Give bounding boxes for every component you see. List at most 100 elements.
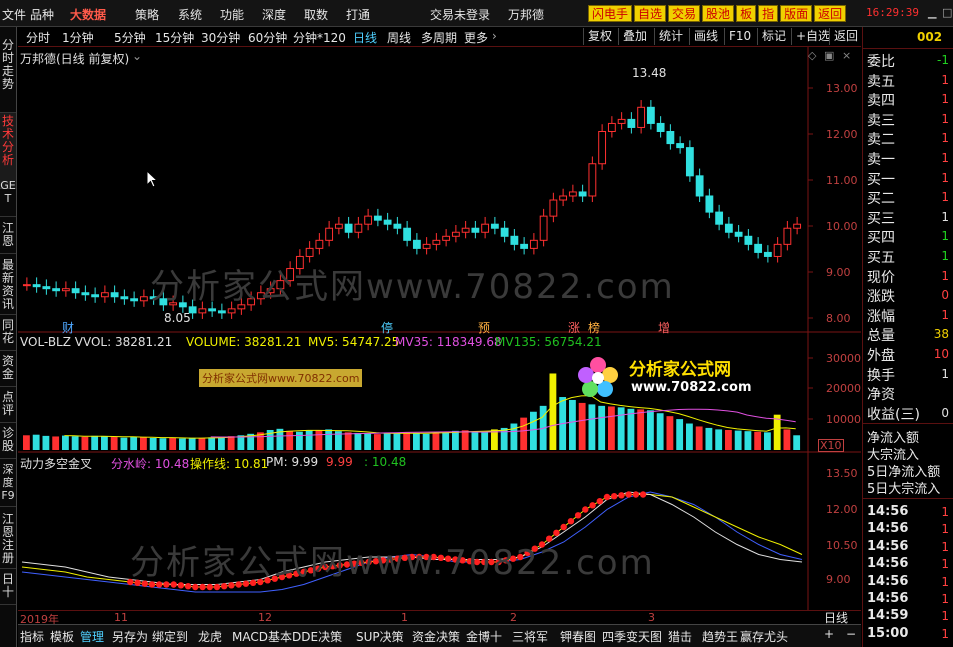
app-sector[interactable]: 板 (736, 5, 757, 22)
menu-fetch[interactable]: 取数 (304, 6, 328, 23)
quick-app-buttons: 闪电手 自选 交易 股池 板 指 版面 返回 (588, 5, 847, 22)
tab-jiangen[interactable]: 江恩 (0, 220, 16, 254)
app-index[interactable]: 指 (758, 5, 779, 22)
app-back[interactable]: 返回 (814, 5, 847, 22)
chart-area[interactable]: 万邦德(日线 前复权) ⌄ ◇ ▣ × 13.48 8.05 财 停 预 涨 榜… (18, 47, 861, 610)
period-daily[interactable]: 日线 (353, 29, 377, 46)
signal-dot (632, 491, 640, 498)
bottom-tab[interactable]: 钾春图 (560, 628, 596, 645)
restore-panel-icon[interactable]: ▣ (824, 49, 834, 62)
tab-tonghua[interactable]: 同花 (0, 317, 16, 351)
tab-diagnose[interactable]: 诊股 (0, 425, 16, 459)
tab-jiangen-register[interactable]: 江恩注册 (0, 511, 16, 569)
bottom-tab[interactable]: DDE决策 (292, 628, 342, 645)
bottom-tab[interactable]: 赢存尤头 (740, 628, 788, 645)
quote-value: -1 (937, 53, 949, 67)
candle-body (549, 199, 558, 217)
maximize-icon[interactable]: □ (942, 6, 952, 19)
period-120min[interactable]: 分钟*120 (293, 29, 346, 46)
candle-body (422, 243, 431, 249)
bottom-tab[interactable]: 三将军 (512, 628, 548, 645)
bottom-period-label[interactable]: 日线 (824, 609, 848, 626)
tool-draw-line[interactable]: 画线 (689, 28, 718, 45)
event-mark-financial[interactable]: 财 (62, 319, 74, 336)
tool-mark[interactable]: 标记 (757, 28, 786, 45)
tool-restore-rights[interactable]: 复权 (583, 28, 612, 45)
event-mark-forecast[interactable]: 预 (478, 319, 490, 336)
bottom-tab[interactable]: 龙虎 (198, 628, 222, 645)
quote-value: 1 (941, 209, 949, 224)
period-30min[interactable]: 30分钟 (201, 29, 240, 46)
bottom-tab[interactable]: MACD基本 (232, 628, 292, 645)
tab-intraday[interactable]: 分时走势 (0, 37, 16, 113)
volume-bar (481, 432, 489, 450)
bottom-tab[interactable]: 猎击 (668, 628, 692, 645)
event-mark-ranking[interactable]: 榜 (588, 319, 600, 336)
candle-body (461, 227, 470, 233)
tab-comment[interactable]: 点评 (0, 389, 16, 423)
tab-depth-f9[interactable]: 深度F9 (0, 461, 16, 507)
app-watchlist[interactable]: 自选 (634, 5, 667, 22)
period-weekly[interactable]: 周线 (387, 29, 411, 46)
period-1min[interactable]: 1分钟 (62, 29, 94, 46)
bottom-tab[interactable]: 绑定到 (152, 628, 188, 645)
menu-variety[interactable]: 品种 (30, 6, 54, 23)
tool-back[interactable]: 返回 (829, 28, 858, 45)
tool-statistics[interactable]: 统计 (654, 28, 683, 45)
bottom-tab[interactable]: 另存为 (112, 628, 148, 645)
tab-funds[interactable]: 资金 (0, 353, 16, 387)
period-more[interactable]: 更多 (464, 29, 488, 46)
bottom-tab[interactable]: 金博十 (466, 628, 502, 645)
tool-add-watchlist[interactable]: +自选 (791, 28, 830, 45)
period-15min[interactable]: 15分钟 (155, 29, 194, 46)
menu-connect[interactable]: 打通 (346, 6, 370, 23)
menu-file[interactable]: 文件 (2, 6, 26, 23)
menu-depth[interactable]: 深度 (262, 6, 286, 23)
chevron-down-icon[interactable]: ⌄ (132, 49, 142, 63)
event-mark-increase[interactable]: 增 (658, 319, 670, 336)
menu-strategy[interactable]: 策略 (135, 6, 159, 23)
period-intraday[interactable]: 分时 (26, 29, 50, 46)
menu-big-data[interactable]: 大数据 (70, 6, 106, 23)
period-5min[interactable]: 5分钟 (114, 29, 146, 46)
tab-daily[interactable]: 日十 (0, 571, 16, 605)
bottom-tab[interactable]: 趋势王 (702, 628, 738, 645)
app-stock-pool[interactable]: 股池 (702, 5, 735, 22)
app-layout[interactable]: 版面 (780, 5, 813, 22)
minimize-icon[interactable]: ▁ (928, 6, 936, 19)
app-flash-trade[interactable]: 闪电手 (588, 5, 633, 22)
bottom-tab[interactable]: 指标 (20, 628, 44, 645)
quote-value: 1 (941, 92, 949, 107)
bottom-tab[interactable]: 模板 (50, 628, 74, 645)
tick-value: 1 (941, 539, 949, 554)
bottom-tab[interactable]: 管理 (80, 628, 104, 645)
close-panel-icon[interactable]: × (842, 49, 851, 62)
tab-news[interactable]: 最新资讯 (0, 257, 16, 315)
add-tab-icon[interactable]: + (824, 627, 834, 641)
chevron-right-icon[interactable]: › (492, 29, 497, 43)
menu-system[interactable]: 系统 (178, 6, 202, 23)
period-multi[interactable]: 多周期 (421, 29, 457, 46)
trade-login-status[interactable]: 交易未登录 (430, 6, 490, 23)
candle-body (705, 195, 714, 213)
bottom-tab[interactable]: SUP决策 (356, 628, 404, 645)
volume-bar (32, 434, 40, 450)
app-trade[interactable]: 交易 (668, 5, 701, 22)
diamond-icon[interactable]: ◇ (808, 49, 816, 62)
event-mark-suspend[interactable]: 停 (381, 319, 393, 336)
quote-label: 总量 (867, 328, 895, 345)
event-mark-limit-up[interactable]: 涨 (568, 319, 580, 336)
candle-body (724, 223, 733, 233)
vol-mv35: MV35: 118349.68 (395, 335, 502, 349)
tool-f10[interactable]: F10 (724, 28, 751, 45)
menu-function[interactable]: 功能 (220, 6, 244, 23)
volume-bar (140, 437, 147, 450)
tool-overlay[interactable]: 叠加 (618, 28, 647, 45)
remove-tab-icon[interactable]: − (846, 627, 856, 641)
bottom-tab[interactable]: 资金决策 (412, 628, 460, 645)
candle-body (334, 223, 343, 229)
tab-get[interactable]: GET (0, 177, 16, 217)
period-60min[interactable]: 60分钟 (248, 29, 287, 46)
bottom-tab[interactable]: 四季变天图 (602, 628, 662, 645)
candle-body (754, 243, 763, 253)
